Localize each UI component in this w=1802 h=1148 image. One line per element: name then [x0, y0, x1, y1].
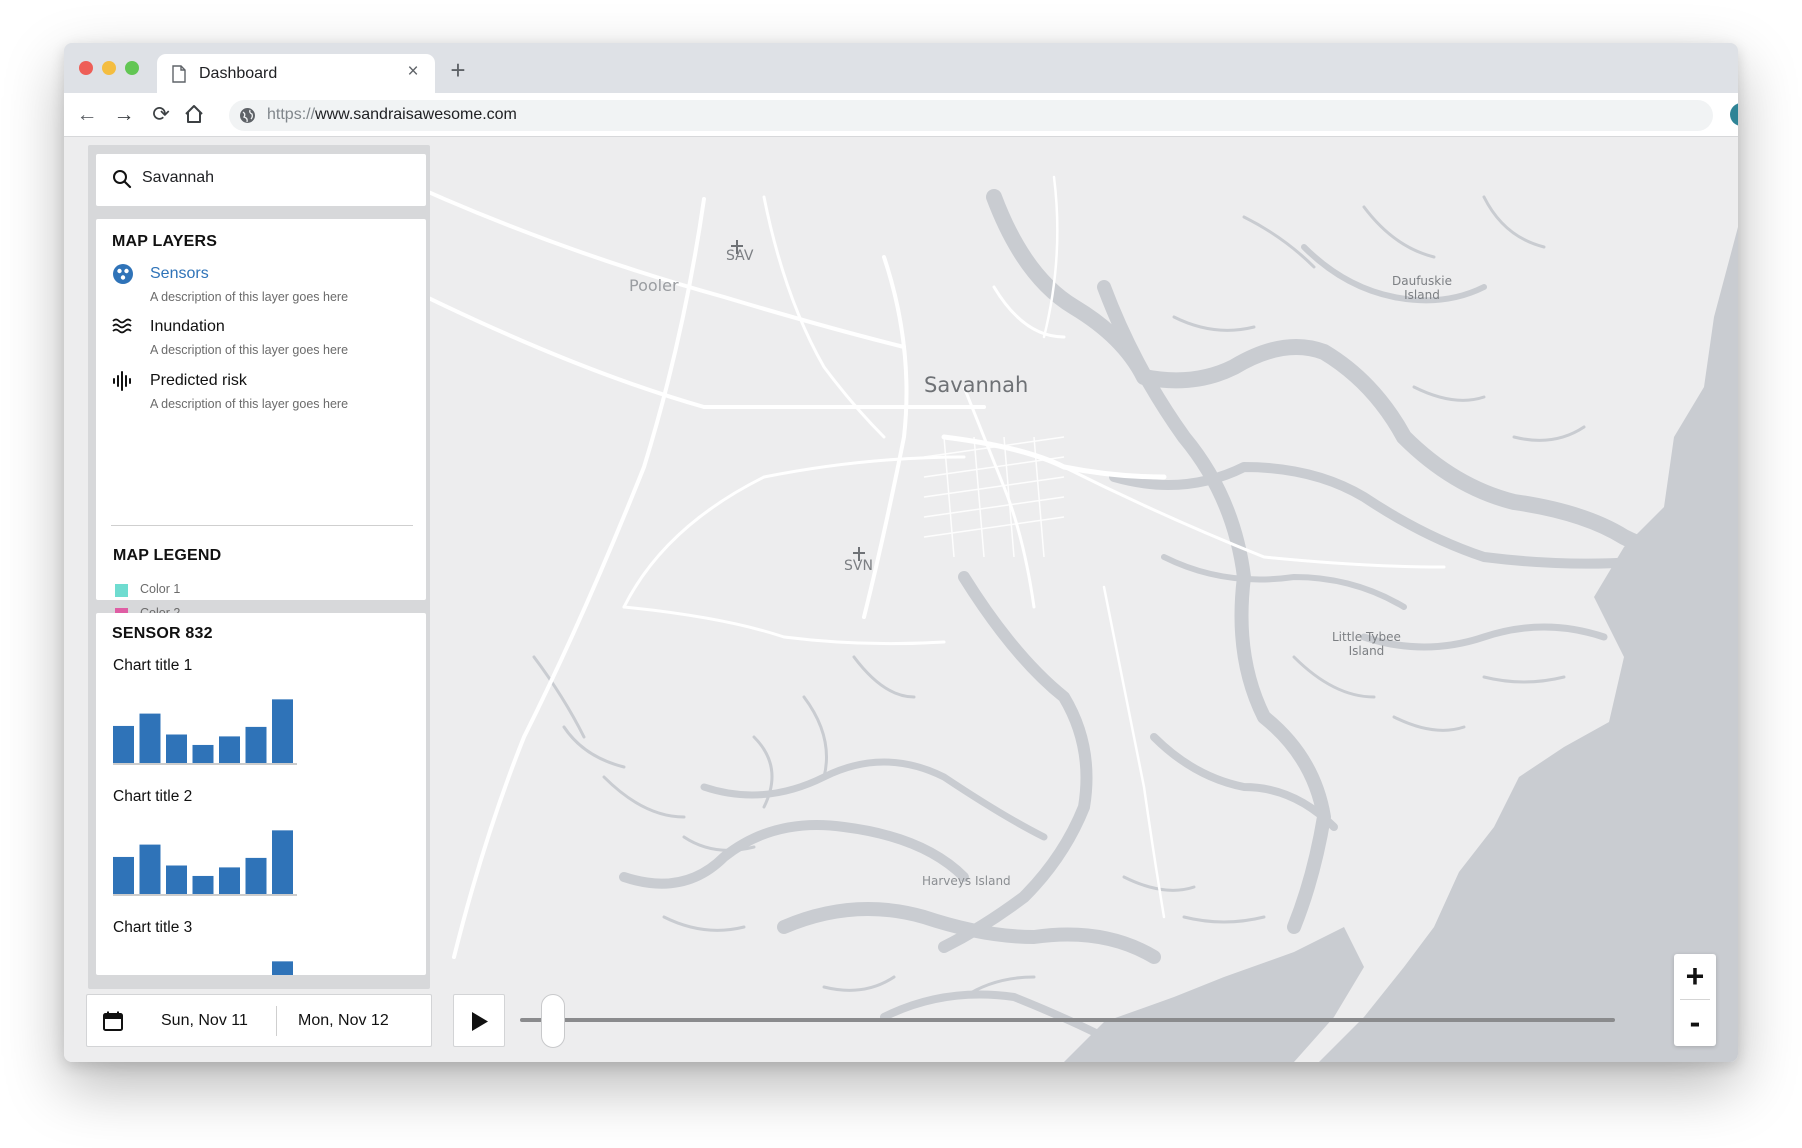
layer-name: Inundation: [150, 318, 225, 335]
play-button[interactable]: [453, 994, 505, 1047]
start-date[interactable]: Sun, Nov 11: [161, 1012, 248, 1030]
map-label-daufuskie: Daufuskie Island: [1392, 274, 1452, 302]
zoom-out-button[interactable]: -: [1674, 1000, 1716, 1045]
home-icon[interactable]: [183, 103, 205, 125]
browser-window: Dashboard × + ← → ⟳ https://www.sandrais…: [64, 43, 1738, 1062]
chart-bar[interactable]: [272, 961, 293, 975]
legend-swatch: [115, 584, 128, 597]
date-range-picker[interactable]: Sun, Nov 11 Mon, Nov 12: [86, 994, 432, 1047]
chart-bar[interactable]: [245, 726, 267, 763]
map-label-pooler: Pooler: [629, 276, 679, 295]
url-text: https://www.sandraisawesome.com: [267, 106, 517, 123]
chart-bar[interactable]: [272, 830, 293, 894]
zoom-controls: + -: [1674, 954, 1716, 1046]
chart-bar[interactable]: [139, 844, 161, 894]
map-layers-heading: MAP LAYERS: [112, 233, 218, 250]
map-legend-heading: MAP LEGEND: [113, 547, 222, 564]
layer-description: A description of this layer goes here: [150, 343, 349, 357]
tab-bar: Dashboard × +: [64, 43, 1738, 93]
layers-card: MAP LAYERS Sensors A description of this…: [96, 219, 426, 645]
tab-title: Dashboard: [199, 65, 278, 82]
globe-icon: [240, 108, 255, 123]
chart-bar[interactable]: [192, 744, 214, 763]
divider: [111, 525, 413, 526]
maximize-window-button[interactable]: [125, 61, 139, 75]
browser-tab[interactable]: Dashboard ×: [157, 54, 435, 93]
chart-bar[interactable]: [219, 736, 240, 763]
waves-icon: [112, 318, 132, 334]
timeline-slider-handle[interactable]: [540, 994, 565, 1048]
sensors-icon: [113, 264, 133, 284]
sensor-card: SENSOR 832 Chart title 1 Chart title 2 Cha…: [96, 613, 426, 975]
chart-bar[interactable]: [245, 857, 267, 894]
sensor-heading: SENSOR 832: [112, 625, 213, 642]
chart-title: Chart title 3: [113, 919, 193, 936]
back-icon[interactable]: ←: [74, 102, 100, 128]
url-field[interactable]: https://www.sandraisawesome.com: [229, 100, 1713, 131]
bar-chart: [113, 830, 297, 896]
risk-signal-icon: [113, 371, 131, 391]
chart-bar[interactable]: [139, 713, 161, 763]
chart-bar[interactable]: [192, 875, 214, 894]
reload-icon[interactable]: ⟳: [148, 102, 174, 128]
close-icon[interactable]: ×: [403, 62, 423, 82]
minimize-window-button[interactable]: [102, 61, 116, 75]
chart-bar[interactable]: [113, 725, 134, 763]
chart-bar[interactable]: [219, 867, 240, 894]
chart-bar[interactable]: [166, 734, 187, 764]
layer-name: Sensors: [150, 265, 209, 282]
address-bar: ← → ⟳ https://www.sandraisawesome.com L …: [64, 93, 1738, 137]
zoom-in-button[interactable]: +: [1674, 954, 1716, 999]
avatar[interactable]: L: [1730, 103, 1738, 126]
layer-item-sensors[interactable]: Sensors A description of this layer goes…: [112, 263, 412, 313]
chart-bar[interactable]: [272, 699, 293, 763]
chart-bar[interactable]: [113, 856, 134, 894]
layer-name: Predicted risk: [150, 372, 247, 389]
chart-title: Chart title 2: [113, 788, 193, 805]
play-icon: [472, 1012, 488, 1031]
page-viewport: Savannah Pooler SAV SVN Daufuskie Island …: [64, 137, 1738, 1062]
legend-label: Color 1: [140, 582, 181, 596]
chart-title: Chart title 1: [113, 657, 193, 674]
date-divider: [276, 1006, 277, 1036]
map-label-little-tybee: Little Tybee Island: [1332, 630, 1401, 658]
side-panel: Savannah MAP LAYERS Sensors A descriptio…: [88, 145, 430, 989]
timeline-slider-track[interactable]: [520, 1018, 1615, 1022]
search-box[interactable]: Savannah: [96, 154, 426, 206]
map-label-sav: SAV: [726, 248, 754, 264]
bar-chart: [272, 961, 293, 975]
map-label-savannah: Savannah: [924, 373, 1029, 397]
search-input[interactable]: Savannah: [142, 169, 214, 187]
plus-icon[interactable]: +: [445, 57, 471, 83]
layer-description: A description of this layer goes here: [150, 290, 349, 304]
chart-bar[interactable]: [166, 865, 187, 895]
page-icon: [172, 65, 186, 83]
bar-chart: [113, 699, 297, 765]
map-label-svn: SVN: [844, 558, 873, 574]
search-icon: [113, 170, 132, 189]
map-label-harveys-island: Harveys Island: [922, 874, 1011, 888]
close-window-button[interactable]: [79, 61, 93, 75]
layer-item-inundation[interactable]: Inundation A description of this layer g…: [112, 316, 412, 366]
layer-item-predicted-risk[interactable]: Predicted risk A description of this lay…: [112, 370, 412, 420]
calendar-icon: [103, 1011, 123, 1031]
end-date[interactable]: Mon, Nov 12: [298, 1012, 389, 1030]
forward-icon[interactable]: →: [111, 102, 137, 128]
layer-description: A description of this layer goes here: [150, 397, 349, 411]
